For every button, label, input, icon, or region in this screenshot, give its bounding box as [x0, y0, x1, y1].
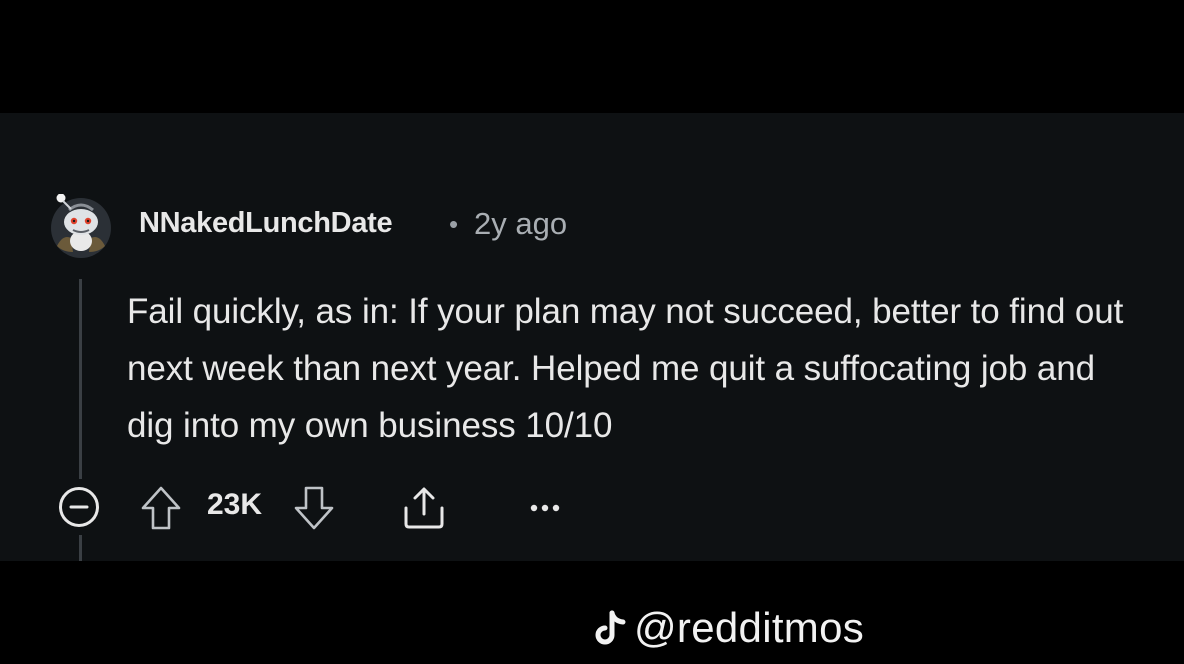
- snoo-avatar-icon: [51, 193, 111, 258]
- downvote-arrow-icon: [294, 486, 334, 530]
- collapse-thread-button[interactable]: [58, 486, 100, 528]
- comment-body-text: Fail quickly, as in: If your plan may no…: [127, 292, 1124, 445]
- downvote-button[interactable]: [293, 485, 335, 531]
- collapse-minus-icon: [59, 487, 99, 527]
- thread-line-continuation[interactable]: [79, 535, 82, 561]
- tiktok-icon: [595, 610, 626, 645]
- tiktok-watermark: @redditmos: [594, 602, 864, 654]
- upvote-button[interactable]: [140, 485, 182, 531]
- top-letterbox: [0, 0, 1184, 113]
- bottom-letterbox: [0, 561, 1184, 664]
- share-icon: [404, 487, 444, 529]
- thread-line[interactable]: [79, 279, 82, 479]
- more-options-icon: [530, 504, 560, 512]
- comment-username[interactable]: NNakedLunchDate: [139, 207, 393, 240]
- vote-count: 23K: [207, 488, 263, 521]
- watermark-handle: @redditmos: [634, 604, 865, 651]
- comment-timestamp: 2y ago: [474, 206, 568, 241]
- share-button[interactable]: [400, 484, 448, 532]
- meta-separator: •: [449, 209, 459, 239]
- upvote-arrow-icon: [141, 486, 181, 530]
- user-avatar[interactable]: [49, 193, 113, 258]
- more-options-button[interactable]: [527, 496, 563, 520]
